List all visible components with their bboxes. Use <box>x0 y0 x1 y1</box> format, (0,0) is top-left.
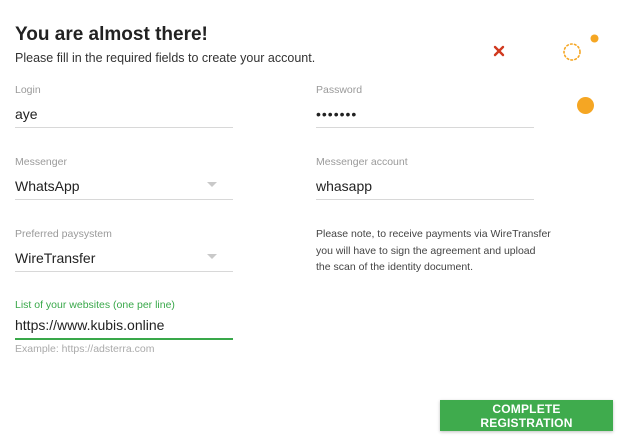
websites-label: List of your websites (one per line) <box>15 299 175 311</box>
paysystem-select[interactable]: Preferred paysystem WireTransfer <box>15 228 233 272</box>
messenger-account-underline <box>316 199 534 200</box>
password-underline <box>316 127 534 128</box>
login-label: Login <box>15 84 41 96</box>
login-input[interactable]: aye <box>15 105 233 123</box>
messenger-select[interactable]: Messenger WhatsApp <box>15 156 233 200</box>
login-field[interactable]: Login aye <box>15 84 233 128</box>
x-mark-icon <box>493 45 505 57</box>
messenger-account-field[interactable]: Messenger account whasapp <box>316 156 534 200</box>
page-title: You are almost there! <box>15 24 208 45</box>
password-label: Password <box>316 84 363 96</box>
messenger-account-input[interactable]: whasapp <box>316 177 534 195</box>
chevron-down-icon[interactable] <box>207 182 217 187</box>
messenger-selected-value[interactable]: WhatsApp <box>15 177 233 195</box>
page-subtitle: Please fill in the required fields to cr… <box>15 51 316 65</box>
paysystem-underline <box>15 271 233 272</box>
complete-registration-button[interactable]: COMPLETE REGISTRATION <box>440 400 613 431</box>
login-underline <box>15 127 233 128</box>
websites-field[interactable]: List of your websites (one per line) htt… <box>15 299 233 340</box>
note-line: you will have to sign the agreement and … <box>316 244 536 257</box>
messenger-account-label: Messenger account <box>316 156 408 168</box>
password-input[interactable]: ••••••• <box>316 105 534 123</box>
password-field[interactable]: Password ••••••• <box>316 84 534 128</box>
chevron-down-icon[interactable] <box>207 254 217 259</box>
dotted-circle-icon <box>563 43 581 61</box>
small-dot-icon <box>590 34 599 43</box>
paysystem-label: Preferred paysystem <box>15 228 112 240</box>
websites-textarea[interactable]: https://www.kubis.online <box>15 316 233 334</box>
websites-underline <box>15 338 233 340</box>
large-dot-icon <box>577 97 594 114</box>
messenger-underline <box>15 199 233 200</box>
note-line: Please note, to receive payments via Wir… <box>316 228 551 240</box>
note-line: the scan of the identity document. <box>316 261 474 273</box>
messenger-label: Messenger <box>15 156 67 168</box>
paysystem-selected-value[interactable]: WireTransfer <box>15 249 233 267</box>
wiretransfer-note: Please note, to receive payments via Wir… <box>316 226 556 276</box>
websites-hint: Example: https://adsterra.com <box>15 343 155 355</box>
